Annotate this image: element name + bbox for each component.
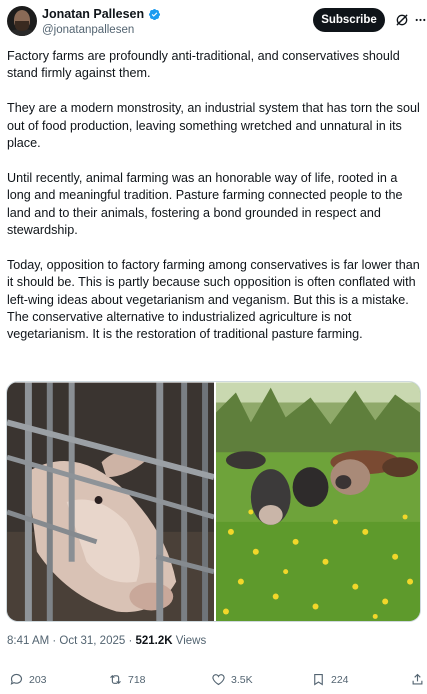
subscribe-button[interactable]: Subscribe (313, 8, 385, 32)
post-paragraph: Today, opposition to factory farming amo… (7, 257, 420, 342)
bookmark-icon (314, 673, 323, 686)
author-name-row[interactable]: Jonatan Pallesen (42, 7, 161, 21)
like-count: 3.5K (231, 673, 253, 686)
reply-count: 203 (29, 673, 47, 686)
factory-farm-photo[interactable] (7, 382, 214, 622)
views-count: 521.2K (135, 635, 173, 647)
bookmark-button[interactable]: 224 (311, 672, 349, 687)
post-paragraph: Until recently, animal farming was an ho… (7, 170, 403, 238)
action-bar: 203 718 3.5K 224 (0, 664, 427, 694)
post-text: Factory farms are profoundly anti-tradit… (7, 48, 421, 361)
like-button[interactable]: 3.5K (211, 672, 253, 687)
share-button[interactable] (410, 672, 425, 687)
post-paragraph: Factory farms are profoundly anti-tradit… (7, 49, 400, 81)
repost-button[interactable]: 718 (108, 672, 146, 687)
grok-icon[interactable] (394, 12, 410, 28)
post-header: Jonatan Pallesen @jonatanpallesen Subscr… (0, 0, 427, 44)
like-icon (212, 674, 225, 686)
share-icon (412, 673, 423, 685)
views-label: Views (172, 635, 207, 647)
pasture-farm-photo[interactable] (216, 382, 420, 622)
more-icon[interactable] (414, 12, 427, 28)
post-paragraph: They are a modern monstrosity, an indust… (7, 101, 420, 151)
repost-icon (110, 674, 121, 685)
repost-count: 718 (128, 673, 146, 686)
verified-badge-icon (149, 8, 161, 20)
post-timestamp[interactable]: 8:41 AM · Oct 31, 2025 · (7, 635, 135, 647)
reply-icon (10, 673, 23, 685)
avatar[interactable] (7, 6, 37, 36)
author-display-name[interactable]: Jonatan Pallesen (42, 7, 144, 21)
reply-button[interactable]: 203 (9, 672, 47, 687)
post-media[interactable] (6, 381, 421, 622)
bookmark-count: 224 (331, 673, 349, 686)
post-meta: 8:41 AM · Oct 31, 2025 · 521.2K Views (7, 635, 206, 647)
author-handle[interactable]: @jonatanpallesen (42, 24, 134, 36)
